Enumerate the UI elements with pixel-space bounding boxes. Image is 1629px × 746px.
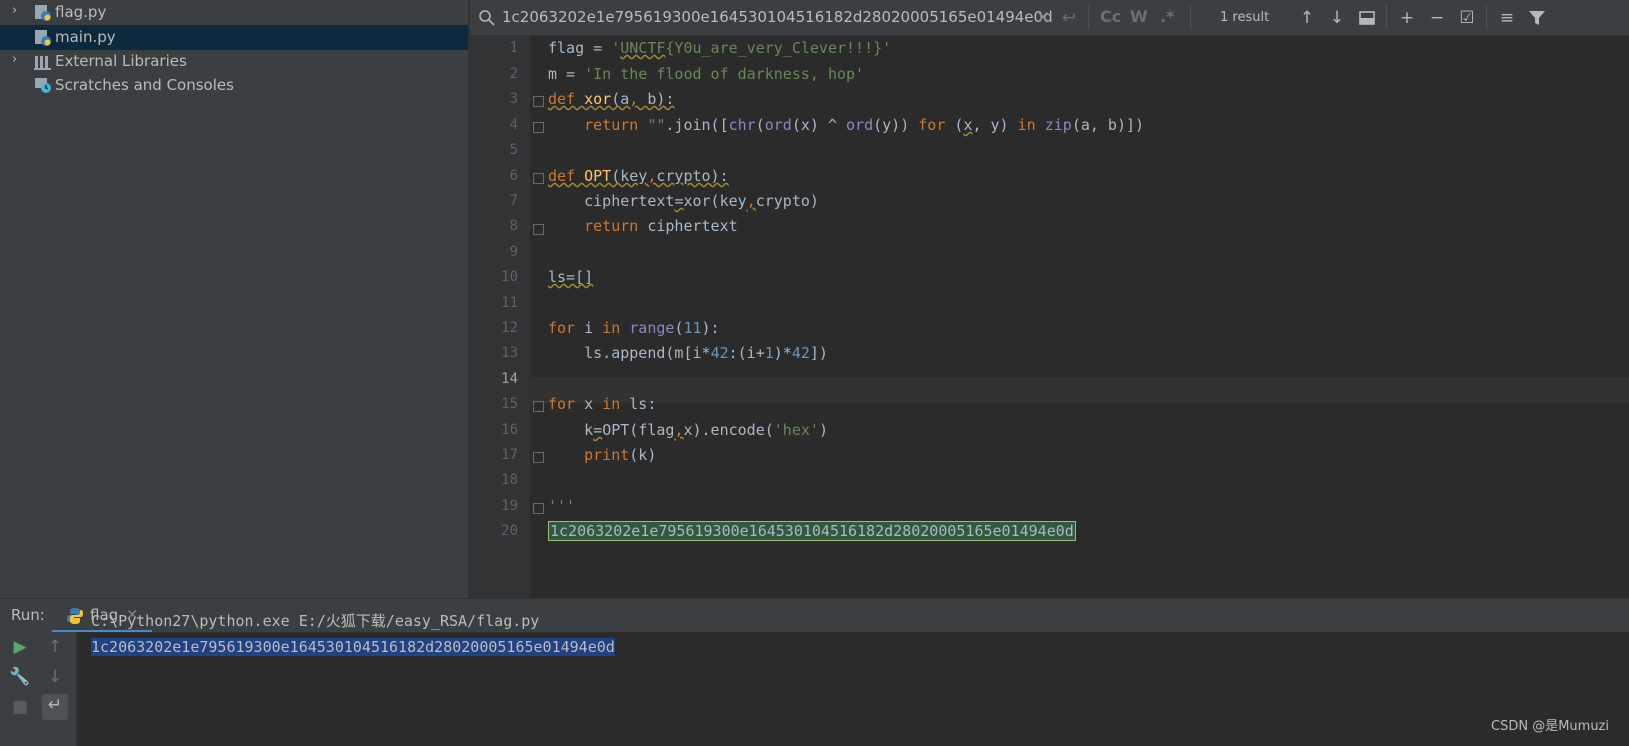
line-number: 12	[501, 320, 518, 336]
line-number: 9	[509, 244, 518, 260]
separator	[1486, 5, 1487, 29]
code-line-search-match: 1c2063202e1e795619300e164530104516182d28…	[548, 518, 1076, 544]
fold-marker-icon[interactable]	[533, 452, 544, 463]
code-line: ls.append(m[i*42:(i+1)*42])	[584, 344, 828, 362]
code-line: def xor(a, b):	[548, 90, 675, 108]
code-line: return ciphertext	[584, 217, 738, 235]
search-match-highlight: 1c2063202e1e795619300e164530104516182d28…	[548, 521, 1076, 541]
words-toggle[interactable]: W	[1130, 7, 1148, 26]
tree-item-external-libraries[interactable]: › External Libraries	[0, 49, 468, 74]
soft-wrap-icon[interactable]: ↵	[42, 694, 68, 720]
stop-icon[interactable]: ■	[9, 696, 31, 718]
library-icon	[34, 56, 51, 70]
line-number: 20	[501, 523, 518, 539]
line-number: 4	[509, 117, 518, 133]
project-panel: › flag.py main.py › External Libraries S…	[0, 0, 468, 598]
remove-occurrence-icon[interactable]: −	[1426, 7, 1448, 29]
code-line: return "".join([chr(ord(x) ^ ord(y)) for…	[584, 116, 1145, 134]
tree-item-label: External Libraries	[55, 52, 187, 70]
separator	[1190, 5, 1191, 29]
code-line: for i in range(11):	[548, 319, 720, 337]
console-line: 1c2063202e1e795619300e164530104516182d28…	[91, 635, 615, 660]
tree-item-flag-py[interactable]: › flag.py	[0, 0, 468, 25]
tree-item-label: Scratches and Consoles	[55, 76, 234, 94]
search-icon[interactable]	[478, 9, 496, 27]
up-arrow-icon[interactable]: ↑	[44, 636, 66, 658]
selected-output: 1c2063202e1e795619300e164530104516182d28…	[91, 638, 615, 656]
line-number: 14	[501, 371, 518, 387]
code-line: print(k)	[584, 446, 657, 464]
line-number: 17	[501, 447, 518, 463]
fold-marker-icon[interactable]	[533, 224, 544, 235]
separator	[1088, 5, 1089, 29]
python-icon	[67, 608, 83, 624]
code-line: m = 'In the flood of darkness, hop'	[548, 65, 865, 83]
watermark: CSDN @是Mumuzi	[1491, 719, 1609, 734]
fold-marker-icon[interactable]	[533, 173, 544, 184]
line-number: 7	[509, 193, 518, 209]
code-line: ls=[]	[548, 268, 594, 286]
line-number: 13	[501, 345, 518, 361]
tree-item-label: main.py	[55, 28, 116, 46]
line-number: 6	[509, 168, 518, 184]
line-number: 3	[509, 91, 518, 107]
tree-item-label: flag.py	[55, 3, 107, 21]
search-input[interactable]: 1c2063202e1e795619300e164530104516182d28…	[502, 8, 1053, 26]
fold-marker-icon[interactable]	[533, 503, 544, 514]
code-line: k=OPT(flag,x).encode('hex')	[584, 421, 828, 439]
line-number: 15	[501, 396, 518, 412]
search-result-count: 1 result	[1220, 10, 1270, 25]
tree-item-scratches[interactable]: Scratches and Consoles	[0, 73, 468, 98]
match-case-toggle[interactable]: Cc	[1100, 7, 1121, 26]
chevron-right-icon[interactable]: ›	[12, 3, 24, 19]
python-file-icon	[35, 30, 51, 46]
line-number: 10	[501, 269, 518, 285]
chevron-right-icon[interactable]: ›	[12, 52, 24, 68]
fold-marker-icon[interactable]	[533, 122, 544, 133]
line-number: 8	[509, 218, 518, 234]
find-bar: 1c2063202e1e795619300e164530104516182d28…	[470, 0, 1629, 36]
console-line: C:\Python27\python.exe E:/火狐下载/easy_RSA/…	[91, 612, 540, 630]
scratches-icon	[35, 78, 51, 93]
line-number: 16	[501, 422, 518, 438]
wrench-icon[interactable]: 🔧	[9, 666, 31, 688]
separator	[1386, 5, 1387, 29]
line-number: 1	[509, 40, 518, 56]
down-arrow-icon[interactable]: ↓	[44, 666, 66, 688]
regex-toggle[interactable]: .*	[1160, 7, 1174, 26]
rerun-icon[interactable]: ▶	[9, 636, 31, 658]
next-occurrence-icon[interactable]: ↓	[1326, 7, 1348, 29]
tree-item-main-py[interactable]: main.py	[0, 25, 468, 50]
line-number: 5	[509, 142, 518, 158]
python-file-icon	[35, 5, 51, 21]
toggle-occurrence-icon[interactable]: ☑	[1456, 7, 1478, 29]
run-toolbar: ▶ ↑ 🔧 ↓ ■ ↵	[0, 632, 77, 746]
add-occurrence-icon[interactable]: +	[1396, 7, 1418, 29]
line-number: 11	[501, 295, 518, 311]
code-line: ciphertext=xor(key,crypto)	[584, 192, 819, 210]
code-line: for x in ls:	[548, 395, 657, 413]
filter-search-results-icon[interactable]: ≡	[1496, 7, 1518, 29]
fold-marker-icon[interactable]	[533, 96, 544, 107]
code-line: def OPT(key,crypto):	[548, 167, 729, 185]
current-line-highlight	[530, 377, 1629, 403]
line-number: 2	[509, 66, 518, 82]
line-number: 19	[501, 498, 518, 514]
clear-search-icon[interactable]: ✕	[1032, 7, 1054, 29]
code-line: flag = 'UNCTF{Y0u_are_very_Clever!!!}'	[548, 39, 892, 57]
code-line: '''	[548, 497, 576, 515]
select-all-occurrences-icon[interactable]	[1356, 7, 1378, 29]
new-line-icon[interactable]: ↩	[1058, 7, 1080, 29]
filter-icon[interactable]	[1526, 7, 1548, 29]
fold-marker-icon[interactable]	[533, 401, 544, 412]
run-label: Run:	[11, 606, 45, 624]
previous-occurrence-icon[interactable]: ↑	[1296, 7, 1318, 29]
line-number: 18	[501, 472, 518, 488]
